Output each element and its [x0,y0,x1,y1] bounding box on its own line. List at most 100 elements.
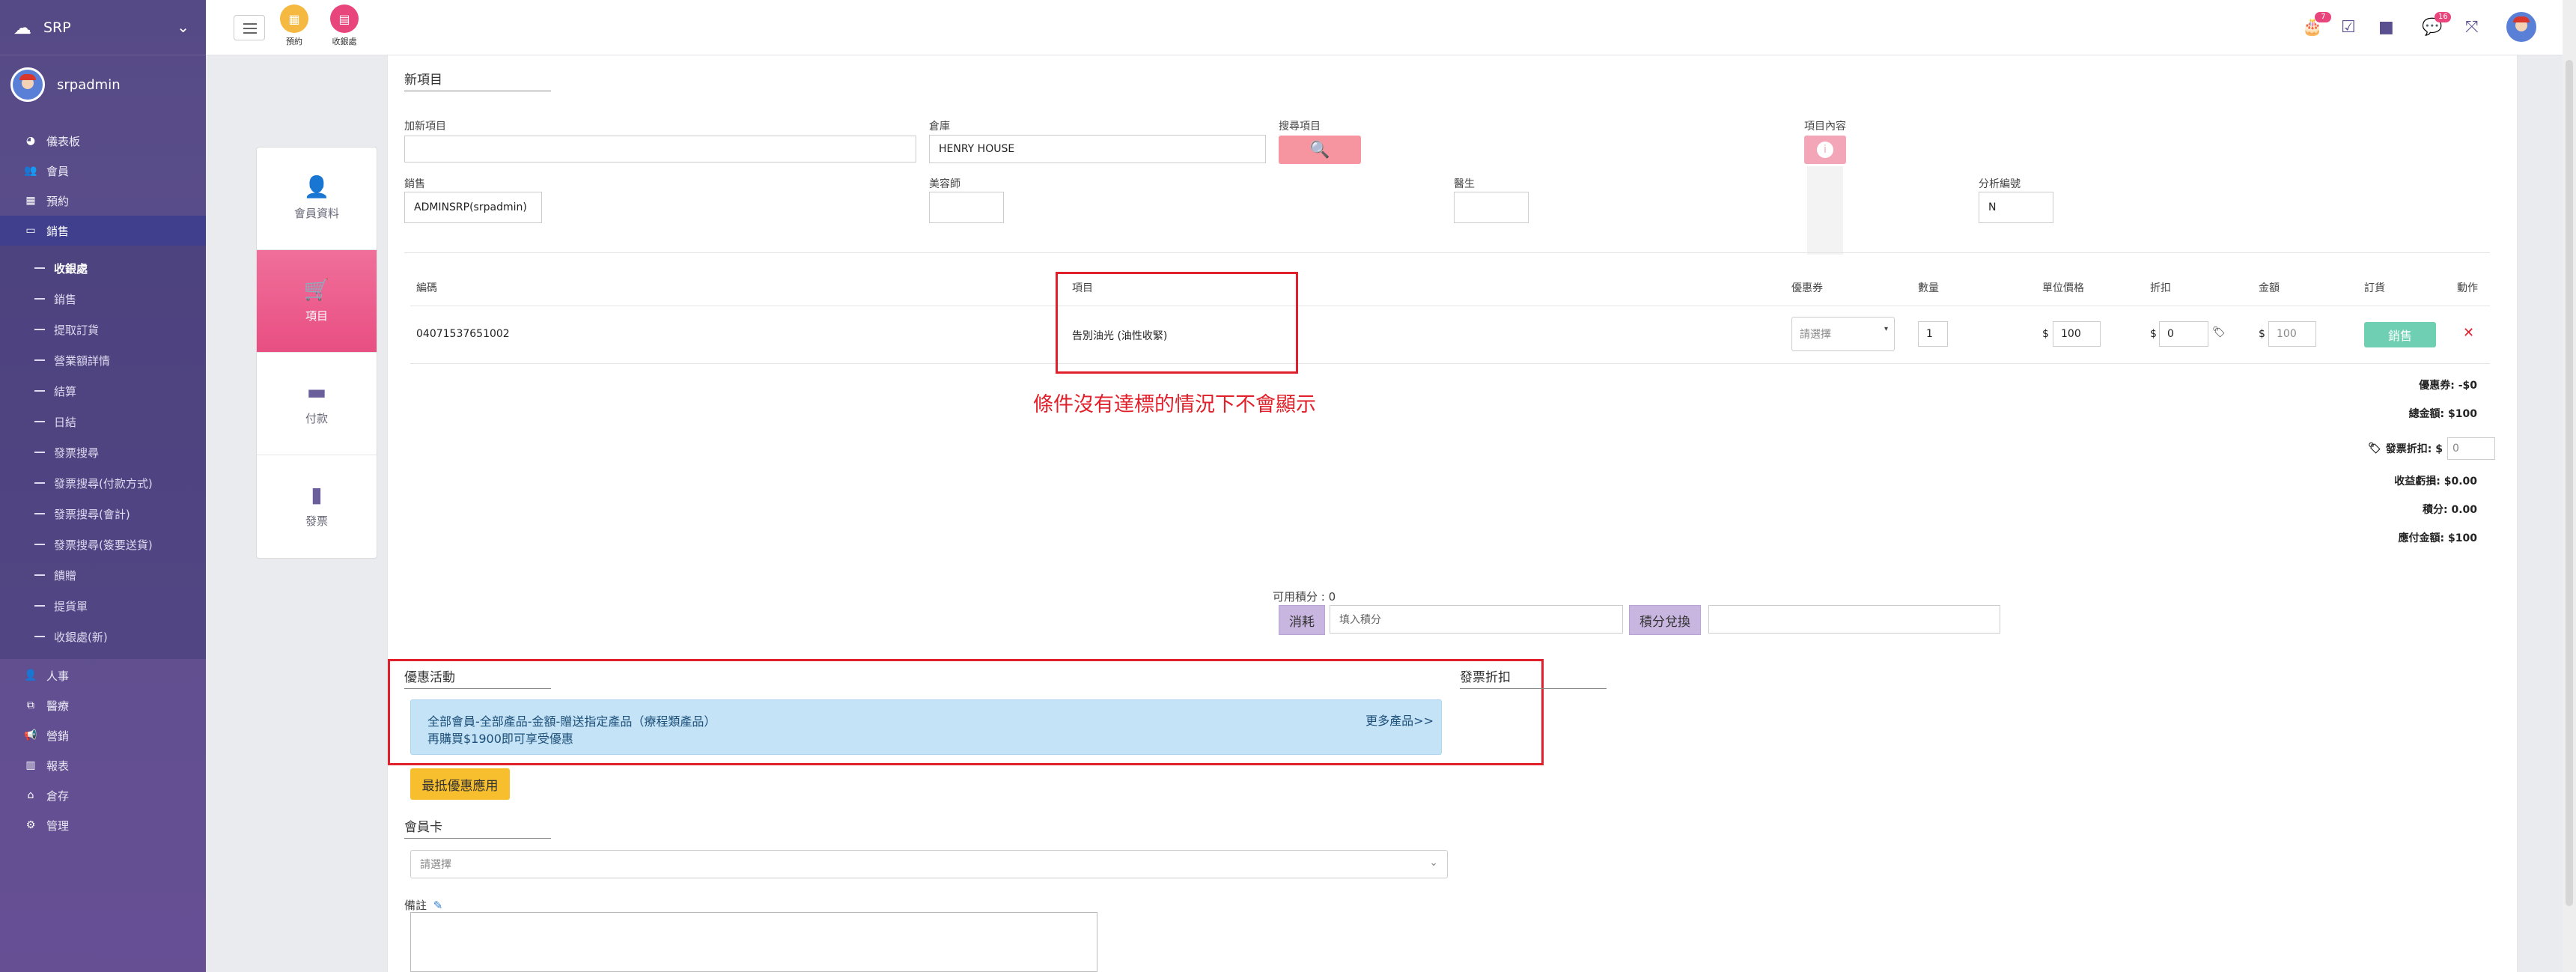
tab-label: 付款 [305,412,328,425]
submenu-invoice-search-delivery[interactable]: 發票搜尋(簽要送貨) [0,529,206,559]
submenu-settlement[interactable]: 結算 [0,376,206,406]
sidebar-item-medical[interactable]: ⧉ 醫療 [0,690,206,720]
analysis-input[interactable]: N [1979,192,2053,223]
sidebar-item-marketing[interactable]: 📢 營銷 [0,720,206,750]
submenu-turnover[interactable]: 營業額詳情 [0,345,206,375]
user-profile[interactable]: srpadmin [10,67,121,102]
summary-payable: 應付金額: $100 [2398,532,2477,544]
coupon-select[interactable]: 請選擇 ▾ [1791,317,1895,351]
remark-label: 備註 ✎ [404,897,442,913]
item-content-label: 項目內容 [1804,121,1846,133]
tag-icon: 🏷 [2368,443,2381,455]
currency-label: $ [2042,328,2049,340]
submenu-label: 發票搜尋 [54,446,100,460]
sidebar-item-reports[interactable]: ▥ 報表 [0,750,206,780]
col-discount: 折扣 [2150,282,2171,294]
coupon-value: 請選擇 [1800,329,1831,341]
more-products-link[interactable]: 更多產品>> [1365,711,1434,729]
gear-icon: ⚙ [25,819,36,831]
submenu-invoice-search[interactable]: 發票搜尋 [0,437,206,467]
redeem-input[interactable] [1708,605,2000,634]
search-icon: 🔍 [1309,140,1330,160]
sidebar-item-dashboard[interactable]: ◕ 儀表板 [0,126,206,156]
divider [404,252,2490,253]
tab-payment[interactable]: ▬ 付款 [257,353,377,455]
sales-label: 銷售 [404,178,425,190]
quick-cashier-button[interactable]: ▤ 收銀處 [326,4,363,47]
sidebar-item-admin[interactable]: ⚙ 管理 [0,810,206,840]
qty-input[interactable]: 1 [1918,321,1948,347]
submenu-delivery-note[interactable]: 提貨單 [0,591,206,621]
remark-textarea[interactable] [410,912,1097,972]
scrollbar-thumb[interactable] [2566,60,2573,906]
points-input[interactable]: 填入積分 [1330,605,1623,634]
scrollbar[interactable] [2563,0,2576,972]
info-icon: i [1817,142,1833,158]
sell-button[interactable]: 銷售 [2364,322,2436,347]
tab-member-info[interactable]: 👤 會員資料 [257,148,377,250]
menu-toggle-button[interactable] [234,15,265,40]
warehouse-select[interactable]: HENRY HOUSE [929,135,1266,163]
sales-input[interactable]: ADMINSRP(srpadmin) [404,192,542,223]
amount-input[interactable]: 100 [2268,321,2316,347]
add-item-input[interactable] [404,136,916,162]
user-icon: 👤 [303,174,330,199]
consume-button[interactable]: 消耗 [1279,605,1325,635]
col-qty: 數量 [1918,282,1939,294]
col-coupon: 優惠券 [1791,282,1823,294]
unit-price-input[interactable]: 100 [2053,321,2101,347]
checklist-icon[interactable]: ☑ [2341,18,2356,37]
tag-icon[interactable]: 🏷 [2212,326,2226,338]
sidebar-item-label: 報表 [46,759,70,773]
delete-icon[interactable]: ✕ [2463,325,2474,341]
search-button[interactable]: 🔍 [1279,136,1361,164]
apply-best-offer-button[interactable]: 最抵優惠應用 [410,768,510,800]
submenu-cashier-new[interactable]: 收銀處(新) [0,622,206,651]
chevron-down-icon[interactable]: ⌄ [177,18,189,36]
user-menu[interactable] [2504,10,2539,44]
discount-input[interactable]: 0 [2159,321,2208,347]
tab-items[interactable]: 🛒 項目 [257,250,377,353]
submenu-sales[interactable]: 銷售 [0,284,206,314]
brand[interactable]: ☁ SRP ⌄ [0,0,206,55]
promo-line-2: 再購買$1900即可享受優惠 [427,732,573,746]
submenu-gifts[interactable]: 饋贈 [0,560,206,590]
beautician-input[interactable] [929,192,1004,223]
submenu-cashier[interactable]: 收銀處 [0,253,206,283]
fullscreen-icon[interactable]: ⤧ [2465,18,2479,37]
chat-icon[interactable]: 💬 16 [2422,12,2452,37]
summary-coupon: 優惠券: -$0 [2419,380,2477,392]
invoice-discount-input[interactable]: 0 [2447,437,2495,460]
sidebar-item-sales[interactable]: ▭ 銷售 [0,216,206,246]
logo-icon: ☁ [13,16,31,38]
birthday-icon[interactable]: 🎂 7 [2302,12,2332,37]
info-button[interactable]: i [1804,136,1846,164]
sidebar-item-hr[interactable]: 👤 人事 [0,660,206,690]
submenu-label: 發票搜尋(會計) [54,507,130,521]
tab-label: 發票 [305,514,328,528]
app-name: SRP [43,19,71,36]
edit-icon[interactable]: ✎ [433,899,443,912]
sidebar-item-booking[interactable]: ▦ 預約 [0,186,206,216]
cart-icon: 🛒 [303,277,330,302]
submenu-invoice-search-payment[interactable]: 發票搜尋(付款方式) [0,468,206,498]
submenu-invoice-search-accounting[interactable]: 發票搜尋(會計) [0,499,206,529]
submenu-label: 日結 [54,415,77,429]
quick-booking-button[interactable]: ▦ 預約 [275,4,313,47]
submenu-daily[interactable]: 日結 [0,407,206,437]
member-card-select[interactable]: 請選擇 ⌄ [410,850,1448,878]
available-points: 可用積分 : 0 [1273,590,1336,604]
sidebar-item-inventory[interactable]: ⌂ 倉存 [0,780,206,810]
doctor-input[interactable] [1454,192,1529,223]
search-item-label: 搜尋項目 [1279,121,1321,133]
sidebar-item-label: 銷售 [46,224,70,238]
chevron-down-icon: ⌄ [1429,857,1438,869]
sidebar: ☁ SRP ⌄ srpadmin ◕ 儀表板 👥 會員 ▦ 預約 ▭ 銷售 收銀處 銷售… [0,0,206,972]
palette-icon: ◕ [25,135,36,147]
copy-icon: ⧉ [27,699,34,711]
redeem-button[interactable]: 積分兌換 [1629,605,1701,635]
submenu-pickup-order[interactable]: 提取訂貨 [0,315,206,344]
tab-invoice[interactable]: ▮ 發票 [257,455,377,558]
video-icon[interactable]: ■ [2378,18,2394,37]
sidebar-item-members[interactable]: 👥 會員 [0,156,206,186]
